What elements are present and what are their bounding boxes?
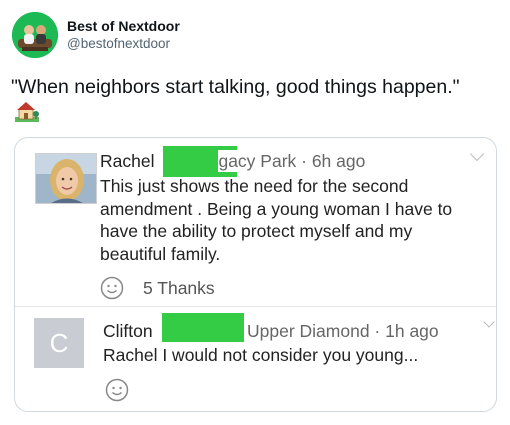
rachel-avatar: [35, 153, 97, 204]
comment-body: This just shows the need for the second …: [100, 176, 453, 264]
thanks-count[interactable]: 5 Thanks: [143, 277, 215, 299]
avatar-letter: C: [49, 327, 69, 358]
chevron-down-icon[interactable]: [483, 316, 495, 328]
comment-meta: Upper Diamond · 1h ago: [247, 321, 439, 341]
smiley-reaction-icon[interactable]: [105, 378, 129, 402]
comment-body: Rachel I would not consider you young...: [103, 345, 419, 365]
tweet-header: Best of Nextdoor @bestofnextdoor: [12, 11, 180, 59]
smiley-reaction-icon[interactable]: [100, 276, 124, 300]
display-name[interactable]: Best of Nextdoor: [67, 17, 180, 35]
comment-divider: [15, 306, 496, 307]
comment-meta: Legacy Park · 6h ago: [199, 150, 366, 172]
tweet-text: "When neighbors start talking, good thin…: [11, 74, 481, 129]
chevron-down-icon[interactable]: [469, 146, 485, 162]
embedded-screenshot[interactable]: Rachel Legacy Park · 6h ago This just sh…: [14, 137, 497, 412]
account-avatar[interactable]: [12, 12, 58, 58]
account-handle[interactable]: @bestofnextdoor: [67, 35, 180, 53]
comment-author[interactable]: Rachel: [100, 150, 154, 172]
house-with-garden-icon: [15, 100, 39, 129]
tweet-text-content: "When neighbors start talking, good thin…: [11, 76, 460, 98]
redaction-block: [162, 313, 244, 342]
clifton-avatar: C: [34, 318, 84, 368]
comment-author[interactable]: Clifton: [103, 320, 153, 342]
